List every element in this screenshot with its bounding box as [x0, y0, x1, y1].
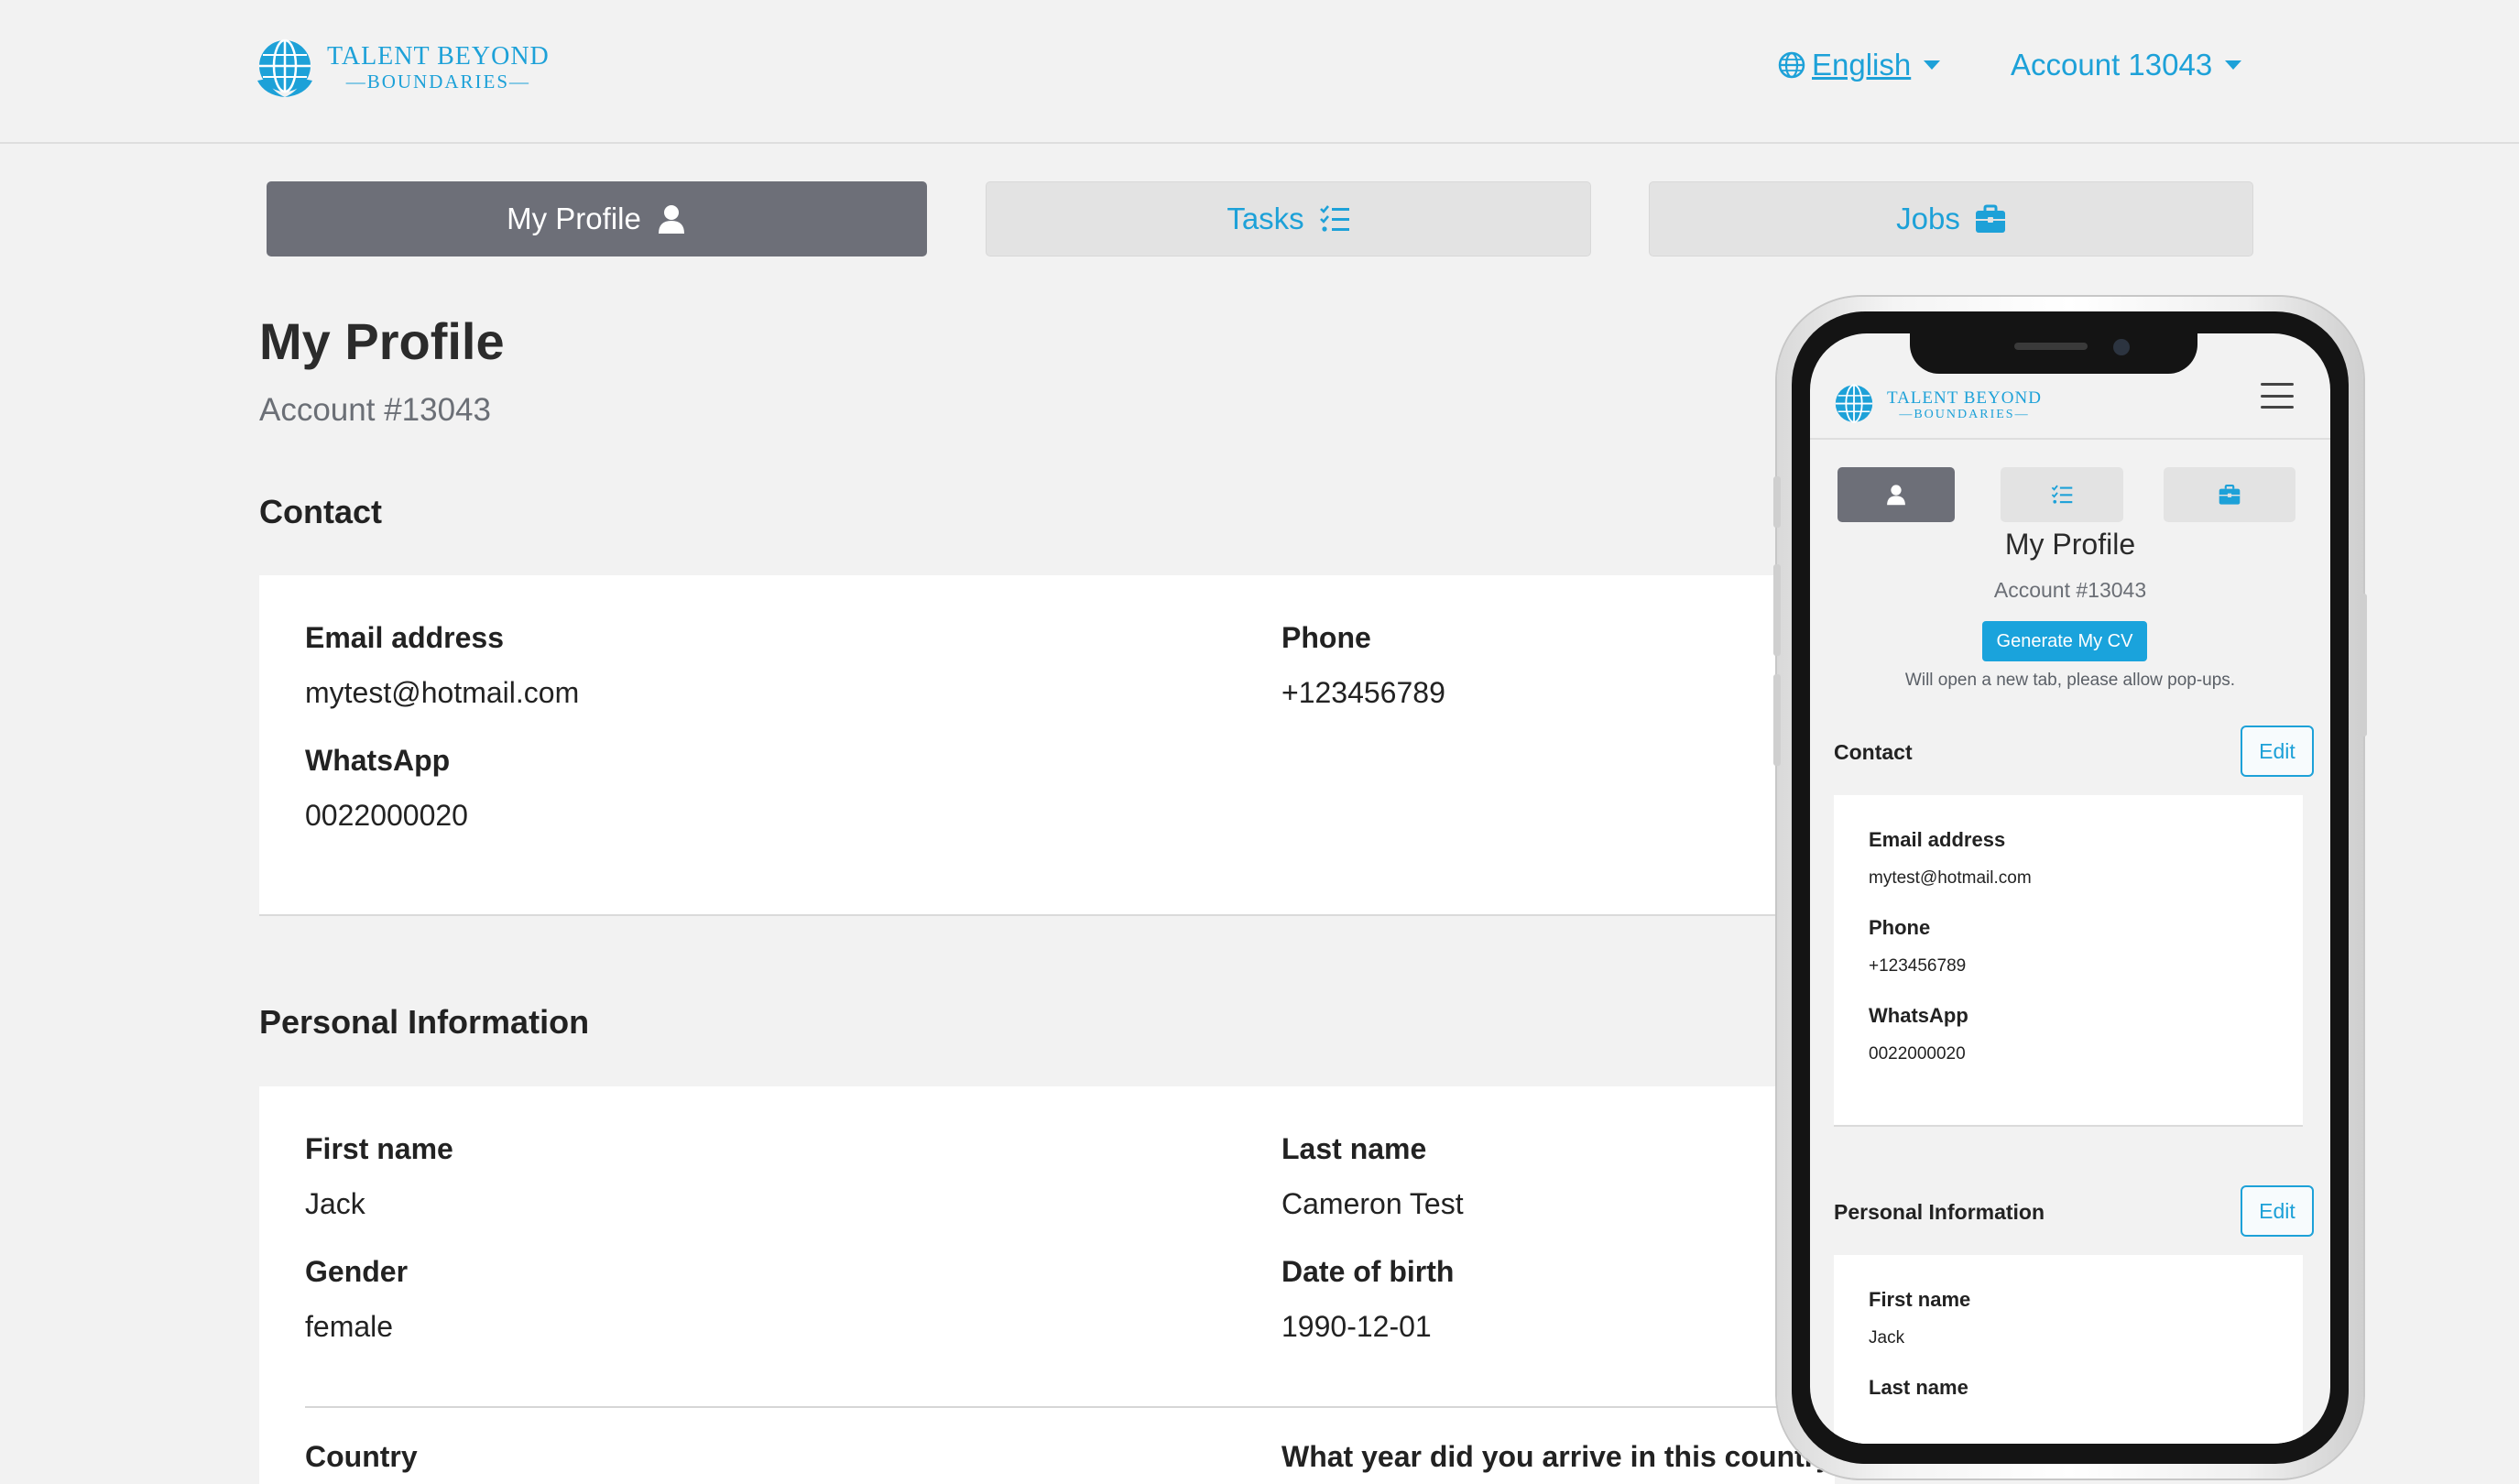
- top-navbar: TALENT BEYOND —BOUNDARIES— English Accou…: [0, 0, 2519, 144]
- first-name-value: Jack: [305, 1187, 365, 1220]
- globe-icon: [1778, 51, 1805, 79]
- logo-text-line2: —BOUNDARIES—: [345, 71, 531, 93]
- mobile-personal-card: First name Jack Last name: [1834, 1255, 2303, 1444]
- logo-text-line1: TALENT BEYOND: [1887, 387, 2042, 408]
- gender-label: Gender: [305, 1255, 409, 1288]
- whatsapp-value: 0022000020: [305, 799, 468, 832]
- first-name-label: First name: [1869, 1288, 1971, 1311]
- whatsapp-label: WhatsApp: [1869, 1004, 1968, 1027]
- generate-cv-button[interactable]: Generate My CV: [1982, 621, 2147, 661]
- tab-my-profile[interactable]: My Profile: [267, 181, 927, 256]
- mobile-tab-tasks[interactable]: [2001, 467, 2123, 522]
- gender-value: female: [305, 1310, 394, 1343]
- whatsapp-value: 0022000020: [1869, 1044, 1966, 1064]
- logo-text-line1: TALENT BEYOND: [327, 42, 550, 71]
- mobile-brand-logo[interactable]: TALENT BEYOND —BOUNDARIES—: [1830, 381, 2042, 429]
- language-label: English: [1812, 48, 1912, 82]
- user-icon: [658, 205, 684, 234]
- personal-info-card: First name Jack Last name Cameron Test G…: [259, 1086, 1850, 1484]
- last-name-value: Cameron Test: [1281, 1187, 1464, 1220]
- tab-label: Tasks: [1227, 202, 1304, 235]
- mobile-page-title: My Profile: [2004, 528, 2136, 561]
- dob-value: 1990-12-01: [1281, 1310, 1432, 1343]
- front-camera: [2113, 339, 2130, 355]
- account-dropdown[interactable]: Account 13043: [2011, 48, 2242, 82]
- mobile-account-number: Account #13043: [1993, 578, 2147, 602]
- checklist-icon: [2051, 485, 2073, 504]
- email-label: Email address: [305, 621, 504, 654]
- arrival-year-label: What year did you arrive in this country…: [1281, 1440, 1850, 1473]
- briefcase-icon: [1975, 204, 2005, 233]
- phone-mockup: TALENT BEYOND —BOUNDARIES— My Profile Ac…: [1773, 297, 2367, 1479]
- edit-contact-button[interactable]: Edit: [2241, 726, 2314, 777]
- speaker-grille: [2014, 343, 2088, 350]
- tab-label: My Profile: [507, 202, 641, 235]
- first-name-label: First name: [305, 1132, 453, 1165]
- hamburger-menu-icon[interactable]: [2261, 383, 2294, 409]
- section-divider: [305, 1406, 1835, 1408]
- contact-card: Email address mytest@hotmail.com Phone +…: [259, 575, 1835, 916]
- phone-label: Phone: [1869, 916, 1931, 939]
- country-label: Country: [305, 1440, 418, 1473]
- whatsapp-label: WhatsApp: [305, 744, 451, 777]
- section-title-personal: Personal Information: [259, 1003, 590, 1041]
- page-title: My Profile: [259, 312, 505, 370]
- chevron-down-icon: [2225, 60, 2242, 70]
- mobile-section-title-contact: Contact: [1834, 740, 1913, 764]
- dob-label: Date of birth: [1281, 1255, 1455, 1288]
- tab-jobs[interactable]: Jobs: [1649, 181, 2253, 256]
- briefcase-icon: [2219, 485, 2241, 505]
- globe-logo-icon: [1835, 384, 1873, 423]
- mobile-section-title-personal: Personal Information: [1834, 1200, 2045, 1224]
- globe-logo-icon: [257, 38, 312, 97]
- phone-screen: TALENT BEYOND —BOUNDARIES— My Profile Ac…: [1810, 333, 2330, 1444]
- last-name-label: Last name: [1281, 1132, 1427, 1165]
- email-label: Email address: [1869, 828, 2006, 851]
- phone-volume-up: [1773, 564, 1781, 656]
- chevron-down-icon: [1924, 60, 1941, 70]
- account-label: Account 13043: [2011, 48, 2213, 82]
- phone-volume-down: [1773, 674, 1781, 766]
- phone-value: +123456789: [1869, 956, 1967, 976]
- generate-cv-note: Will open a new tab, please allow pop-up…: [1904, 671, 2236, 690]
- first-name-value: Jack: [1869, 1328, 1905, 1348]
- user-icon: [1887, 485, 1905, 506]
- phone-notch: [1910, 333, 2197, 374]
- edit-personal-button[interactable]: Edit: [2241, 1185, 2314, 1237]
- phone-mute-switch: [1773, 476, 1781, 528]
- account-number: Account #13043: [259, 392, 491, 428]
- checklist-icon: [1319, 205, 1349, 232]
- tab-tasks[interactable]: Tasks: [986, 181, 1591, 256]
- mobile-contact-card: Email address mytest@hotmail.com Phone +…: [1834, 795, 2303, 1127]
- phone-label: Phone: [1281, 621, 1371, 654]
- phone-value: +123456789: [1281, 676, 1445, 709]
- tab-label: Jobs: [1896, 202, 1960, 235]
- email-value: mytest@hotmail.com: [305, 676, 580, 709]
- brand-logo[interactable]: TALENT BEYOND —BOUNDARIES—: [252, 35, 550, 101]
- language-dropdown[interactable]: English: [1777, 48, 1941, 82]
- last-name-label: Last name: [1869, 1376, 1968, 1399]
- email-value: mytest@hotmail.com: [1869, 868, 2032, 888]
- mobile-tab-jobs[interactable]: [2164, 467, 2295, 522]
- logo-text-line2: —BOUNDARIES—: [1899, 407, 2030, 421]
- mobile-tab-my-profile[interactable]: [1837, 467, 1955, 522]
- section-title-contact: Contact: [259, 493, 382, 530]
- phone-power-button: [2360, 594, 2367, 737]
